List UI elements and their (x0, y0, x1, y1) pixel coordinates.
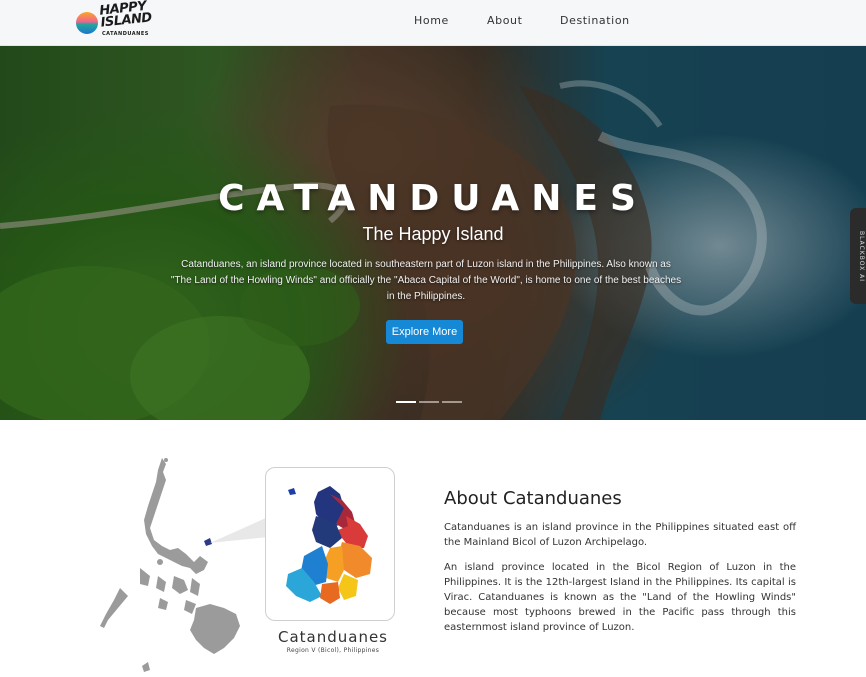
callout-connector (210, 517, 268, 543)
about-paragraph-1: Catanduanes is an island province in the… (444, 522, 796, 548)
map-caption-subtitle: Region V (Bicol), Philippines (286, 647, 380, 654)
hero-description: Catanduanes, an island province located … (170, 259, 682, 302)
explore-more-button[interactable]: Explore More (386, 320, 463, 344)
side-tab-label: BLACKBOX AI (858, 230, 865, 282)
hero-subtitle: The Happy Island (362, 224, 504, 244)
carousel-indicator-3[interactable] (442, 401, 462, 403)
blackbox-ai-side-tab[interactable]: BLACKBOX AI (850, 208, 866, 304)
carousel-indicator-2[interactable] (419, 401, 439, 403)
hero-carousel: CATANDUANES The Happy Island Catanduanes… (0, 46, 866, 420)
nav-home[interactable]: Home (414, 14, 449, 27)
sunset-logo-icon (76, 12, 98, 34)
nav-about[interactable]: About (487, 14, 523, 27)
logo-subtext: CATANDUANES (102, 31, 149, 37)
map-caption-title: Catanduanes (277, 628, 389, 646)
about-paragraph-2: An island province located in the Bicol … (444, 562, 796, 633)
hero-title: CATANDUANES (218, 178, 648, 219)
happy-island-logo[interactable]: HAPPY ISLAND CATANDUANES (76, 0, 152, 42)
catanduanes-region-map (286, 486, 372, 604)
logo-text: HAPPY ISLAND (98, 0, 153, 31)
carousel-indicator-1[interactable] (396, 401, 416, 403)
navbar: HAPPY ISLAND CATANDUANES Home About Dest… (0, 0, 866, 46)
about-heading: About Catanduanes (444, 488, 622, 509)
philippines-map (100, 458, 240, 672)
nav-destination[interactable]: Destination (560, 14, 630, 27)
